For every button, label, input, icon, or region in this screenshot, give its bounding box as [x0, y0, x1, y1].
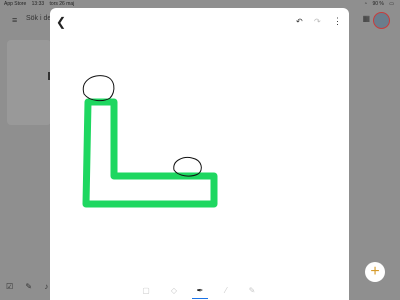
search-field[interactable]: Sök i de — [26, 15, 51, 22]
checkbox-icon[interactable]: ☑ — [6, 282, 13, 291]
undo-icon[interactable]: ↶ — [296, 17, 303, 26]
menu-icon[interactable]: ≡ — [12, 15, 22, 25]
select-icon[interactable]: ▢ — [138, 284, 154, 298]
active-tool-indicator — [192, 297, 208, 299]
battery-percent: 90 % — [372, 1, 384, 7]
redo-icon[interactable]: ↷ — [314, 17, 321, 26]
chevron-left-icon[interactable]: ❮ — [56, 15, 68, 29]
top-circle-outline — [82, 75, 115, 102]
pen-icon[interactable]: ✒ — [192, 284, 208, 299]
pen-toolbar: ▢ ◇ ✒ ⁄ ✎ — [130, 284, 270, 300]
green-l-stroke — [82, 98, 218, 208]
background-note-card[interactable] — [7, 40, 51, 125]
avatar[interactable] — [373, 12, 390, 29]
wifi-icon: ◔ — [364, 1, 368, 7]
view-toggle-icon[interactable]: ▦ — [362, 14, 370, 23]
mic-icon[interactable]: ♪ — [44, 282, 48, 291]
add-note-button[interactable]: + — [365, 262, 385, 282]
eraser-icon[interactable]: ◇ — [166, 284, 182, 298]
back-to-app-link[interactable]: App Store — [4, 1, 26, 7]
status-date: tors 26 maj — [49, 1, 75, 7]
drawing-editor: ❮ ↶ ↷ ⋮ ▢ ◇ ✒ ⁄ ✎ — [50, 8, 349, 300]
highlighter-icon[interactable]: ✎ — [244, 284, 260, 298]
battery-icon: ▭ — [389, 1, 394, 7]
drawing-header: ❮ ↶ ↷ ⋮ — [50, 8, 349, 36]
drawing-canvas[interactable] — [50, 36, 349, 284]
marker-icon[interactable]: ⁄ — [218, 284, 234, 298]
brush-icon[interactable]: ✎ — [25, 282, 32, 291]
more-vertical-icon[interactable]: ⋮ — [333, 16, 342, 27]
status-time: 13:33 — [31, 1, 45, 7]
